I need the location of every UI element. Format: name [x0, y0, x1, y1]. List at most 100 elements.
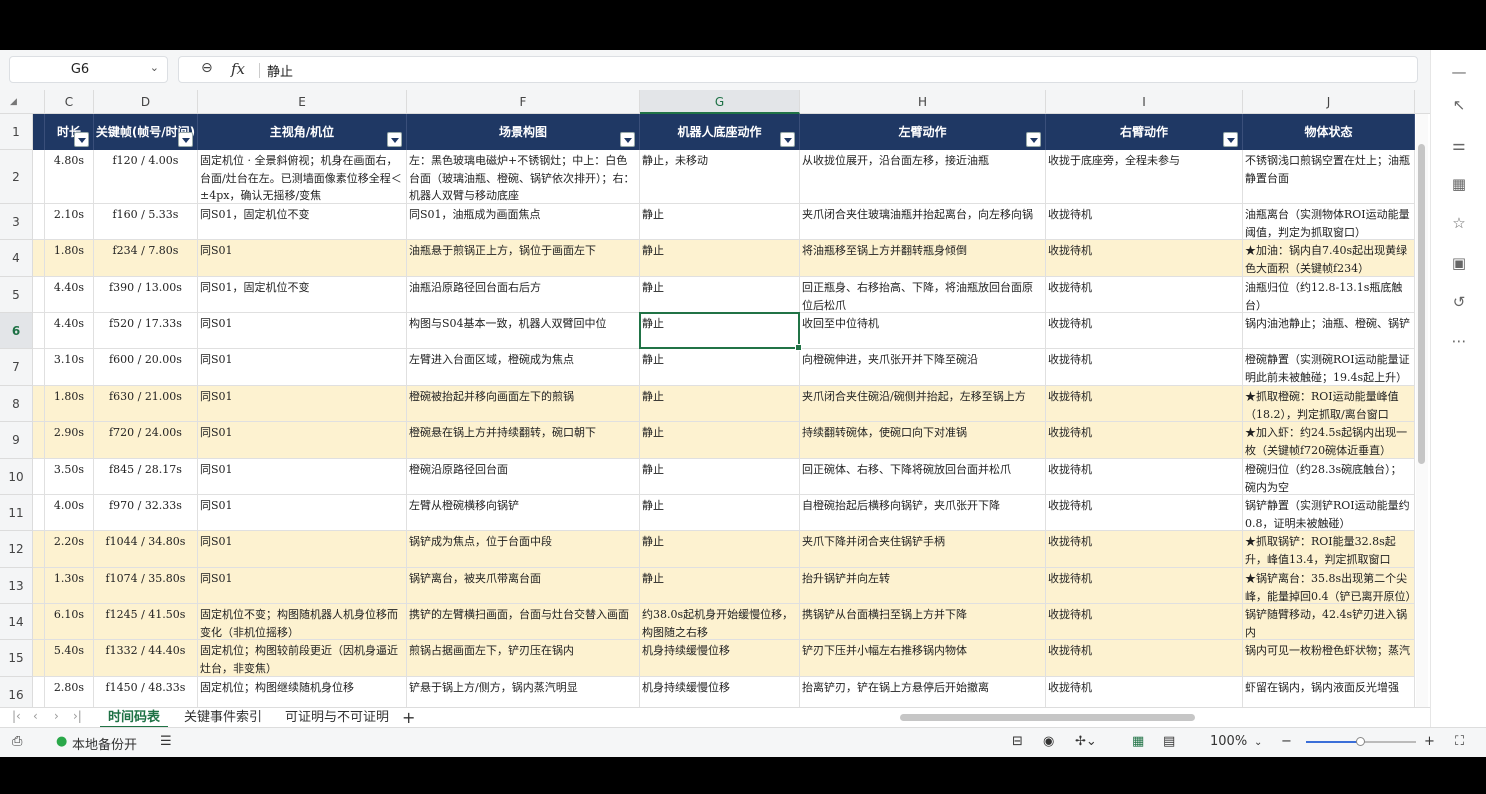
cell-i13[interactable]: 收拢待机 — [1046, 568, 1243, 604]
eye-icon[interactable]: ◉ — [1043, 734, 1054, 749]
row-header-13[interactable]: 13 — [0, 568, 33, 604]
zoom-in-icon[interactable]: + — [1424, 734, 1435, 749]
row-stub[interactable] — [33, 422, 45, 459]
filter-dropdown-icon[interactable] — [1223, 132, 1238, 147]
cell-g4[interactable]: 静止 — [640, 240, 800, 277]
header-cell-e[interactable]: 主视角/机位 — [198, 114, 407, 150]
cell-e5[interactable]: 同S01，固定机位不变 — [198, 277, 407, 313]
cell-j12[interactable]: ★抓取锅铲：ROI能量32.8s起升，峰值13.4，判定抓取窗口 — [1243, 531, 1415, 568]
cell-c3[interactable]: 2.10s — [45, 204, 94, 240]
last-sheet-icon[interactable]: ›| — [73, 709, 82, 723]
row-header-9[interactable]: 9 — [0, 422, 33, 459]
cell-j5[interactable]: 油瓶归位（约12.8-13.1s瓶底触台） — [1243, 277, 1415, 313]
backup-status[interactable]: 本地备份开 — [72, 734, 137, 753]
cell-j2[interactable]: 不锈钢浅口煎锅空置在灶上；油瓶静置台面 — [1243, 150, 1415, 204]
row-stub[interactable] — [33, 568, 45, 604]
cell-e4[interactable]: 同S01 — [198, 240, 407, 277]
cell-c11[interactable]: 4.00s — [45, 495, 94, 531]
cell-c14[interactable]: 6.10s — [45, 604, 94, 640]
image-icon[interactable]: ▣ — [1449, 253, 1469, 273]
cell-d12[interactable]: f1044 / 34.80s — [94, 531, 198, 568]
star-icon[interactable]: ☆ — [1449, 213, 1469, 233]
cell-g3[interactable]: 静止 — [640, 204, 800, 240]
cell-g14[interactable]: 约38.0s起机身开始缓慢位移，构图随之右移 — [640, 604, 800, 640]
cell-i14[interactable]: 收拢待机 — [1046, 604, 1243, 640]
cell-i9[interactable]: 收拢待机 — [1046, 422, 1243, 459]
cell-h13[interactable]: 抬升锅铲并向左转 — [800, 568, 1046, 604]
cell-g5[interactable]: 静止 — [640, 277, 800, 313]
list-icon[interactable]: ☰ — [160, 734, 172, 749]
cell-g13[interactable]: 静止 — [640, 568, 800, 604]
cell-d3[interactable]: f160 / 5.33s — [94, 204, 198, 240]
column-header-d[interactable]: D — [94, 90, 198, 114]
row-header-7[interactable]: 7 — [0, 349, 33, 386]
row-header-2[interactable]: 2 — [0, 150, 33, 204]
page-break-icon[interactable]: ▤ — [1163, 734, 1175, 749]
cell-j10[interactable]: 橙碗归位（约28.3s碗底触台）；碗内为空 — [1243, 459, 1415, 495]
cell-h12[interactable]: 夹爪下降并闭合夹住锅铲手柄 — [800, 531, 1046, 568]
row-stub[interactable] — [33, 150, 45, 204]
cell-f13[interactable]: 锅铲离台，被夹爪带离台面 — [407, 568, 640, 604]
cell-f8[interactable]: 橙碗被抬起并移向画面左下的煎锅 — [407, 386, 640, 422]
cell-h6[interactable]: 收回至中位待机 — [800, 313, 1046, 349]
column-header-stub[interactable] — [33, 90, 45, 114]
row-header-4[interactable]: 4 — [0, 240, 33, 277]
cell-d14[interactable]: f1245 / 41.50s — [94, 604, 198, 640]
function-icon[interactable]: fx — [231, 60, 245, 78]
fullscreen-icon[interactable]: ⛶ — [1455, 734, 1464, 749]
chevron-down-icon[interactable]: ⌄ — [150, 61, 159, 74]
cell-j14[interactable]: 锅铲随臂移动，42.4s铲刃进入锅内 — [1243, 604, 1415, 640]
sliders-icon[interactable]: ⚌ — [1449, 135, 1469, 155]
row-header-5[interactable]: 5 — [0, 277, 33, 313]
cell-e10[interactable]: 同S01 — [198, 459, 407, 495]
cell-e9[interactable]: 同S01 — [198, 422, 407, 459]
row-header-14[interactable]: 14 — [0, 604, 33, 640]
cell-f4[interactable]: 油瓶悬于煎锅正上方，锅位于画面左下 — [407, 240, 640, 277]
row-header-6[interactable]: 6 — [0, 313, 33, 349]
cell-d5[interactable]: f390 / 13.00s — [94, 277, 198, 313]
row-stub[interactable] — [33, 677, 45, 707]
cell-j7[interactable]: 橙碗静置（实测碗ROI运动能量证明此前未被触碰；19.4s起上升） — [1243, 349, 1415, 386]
cell-c15[interactable]: 5.40s — [45, 640, 94, 677]
cell-i16[interactable]: 收拢待机 — [1046, 677, 1243, 707]
zoom-out-icon[interactable]: − — [1281, 734, 1292, 749]
cell-e7[interactable]: 同S01 — [198, 349, 407, 386]
row-header-8[interactable]: 8 — [0, 386, 33, 422]
filter-dropdown-icon[interactable] — [387, 132, 402, 147]
cell-g9[interactable]: 静止 — [640, 422, 800, 459]
row-stub[interactable] — [33, 240, 45, 277]
row-header-11[interactable]: 11 — [0, 495, 33, 531]
cell-j4[interactable]: ★加油：锅内自7.40s起出现黄绿色大面积（关键帧f234） — [1243, 240, 1415, 277]
cell-i6[interactable]: 收拢待机 — [1046, 313, 1243, 349]
cell-g6[interactable]: 静止 — [640, 313, 800, 349]
row-stub[interactable] — [33, 313, 45, 349]
cell-g10[interactable]: 静止 — [640, 459, 800, 495]
row-stub[interactable] — [33, 349, 45, 386]
cell-g11[interactable]: 静止 — [640, 495, 800, 531]
row-stub[interactable] — [33, 604, 45, 640]
cell-e2[interactable]: 固定机位 · 全景斜俯视；机身在画面右，台面/灶台在左。已测墙面像素位移全程＜±… — [198, 150, 407, 204]
row-header-15[interactable]: 15 — [0, 640, 33, 677]
cell-j8[interactable]: ★抓取橙碗：ROI运动能量峰值（18.2），判定抓取/离台窗口 — [1243, 386, 1415, 422]
zoom-knob[interactable] — [1356, 737, 1365, 746]
zoom-chevron-icon[interactable]: ⌄ — [1254, 737, 1262, 748]
cell-e12[interactable]: 同S01 — [198, 531, 407, 568]
prev-sheet-icon[interactable]: ‹ — [33, 709, 38, 723]
cell-h9[interactable]: 持续翻转碗体，使碗口向下对准锅 — [800, 422, 1046, 459]
column-header-j[interactable]: J — [1243, 90, 1415, 114]
header-cell-j[interactable]: 物体状态 — [1243, 114, 1415, 150]
cell-j16[interactable]: 虾留在锅内，锅内液面反光增强 — [1243, 677, 1415, 707]
row-stub[interactable] — [33, 204, 45, 240]
row-stub[interactable] — [33, 277, 45, 313]
row-header-3[interactable]: 3 — [0, 204, 33, 240]
cell-d4[interactable]: f234 / 7.80s — [94, 240, 198, 277]
cell-h8[interactable]: 夹爪闭合夹住碗沿/碗侧并抬起，左移至锅上方 — [800, 386, 1046, 422]
cell-f2[interactable]: 左：黑色玻璃电磁炉+不锈钢灶；中上：白色台面（玻璃油瓶、橙碗、锅铲依次排开）；右… — [407, 150, 640, 204]
cell-g15[interactable]: 机身持续缓慢位移 — [640, 640, 800, 677]
horizontal-scrollbar[interactable] — [850, 712, 1410, 724]
save-icon[interactable]: ⎙ — [12, 734, 22, 749]
cell-h5[interactable]: 回正瓶身、右移抬高、下降，将油瓶放回台面原位后松爪 — [800, 277, 1046, 313]
cell-e8[interactable]: 同S01 — [198, 386, 407, 422]
table-icon[interactable]: ▦ — [1449, 174, 1469, 194]
column-header-f[interactable]: F — [407, 90, 640, 114]
